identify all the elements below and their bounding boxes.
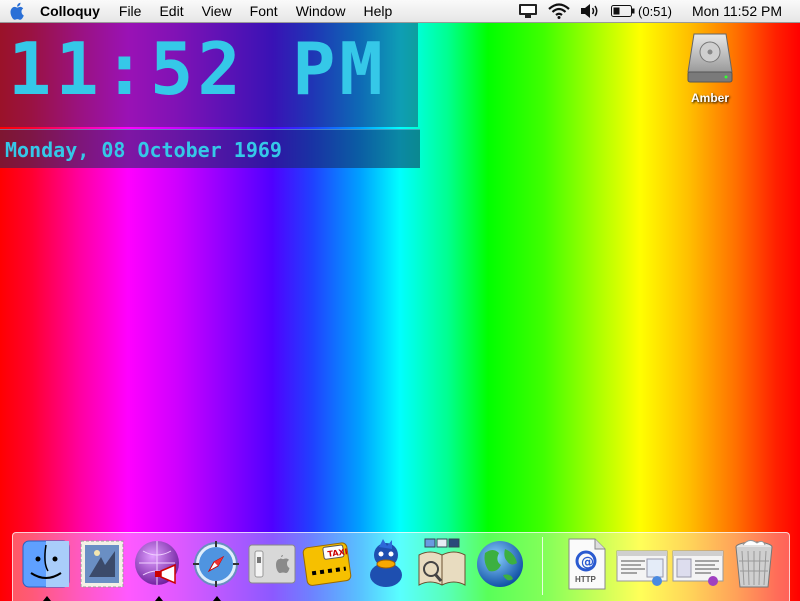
menu-app-name[interactable]: Colloquy — [36, 3, 110, 19]
window-thumbnail-icon — [616, 550, 668, 586]
taxi-icon: TAXI — [302, 542, 352, 586]
desktop-icon-label: Amber — [690, 91, 729, 105]
menu-help[interactable]: Help — [354, 3, 401, 19]
finder-icon — [22, 540, 70, 588]
globe-icon — [477, 541, 523, 587]
mail-stamp-icon — [80, 540, 124, 588]
dock-network-globe[interactable] — [473, 537, 527, 591]
menu-edit[interactable]: Edit — [150, 3, 192, 19]
dock-minimized-window-2[interactable] — [671, 537, 725, 591]
dock-divider — [542, 537, 543, 595]
dictionary-book-icon — [418, 538, 466, 586]
safari-compass-icon — [193, 541, 239, 587]
desktop-icon-amber[interactable]: Amber — [678, 32, 742, 105]
dock-adium[interactable] — [359, 537, 413, 591]
dock-dictionary[interactable] — [415, 537, 469, 591]
dock-mail[interactable] — [75, 537, 129, 591]
display-icon[interactable] — [513, 3, 543, 19]
battery-status[interactable]: (0:51) — [605, 4, 678, 19]
dock-safari[interactable] — [189, 537, 243, 601]
dock: TAXI @ HTTP — [12, 532, 790, 601]
dock-taxi[interactable]: TAXI — [301, 537, 355, 591]
dock-trash[interactable] — [727, 537, 781, 591]
volume-icon[interactable] — [575, 3, 605, 19]
colloquy-icon — [135, 541, 179, 585]
menu-window[interactable]: Window — [287, 3, 355, 19]
menubar-clock[interactable]: Mon 11:52 PM — [678, 3, 800, 19]
battery-icon — [611, 5, 635, 17]
hard-drive-icon — [687, 33, 733, 83]
menu-file[interactable]: File — [110, 3, 151, 19]
widget-time: 11:52 PM — [8, 27, 387, 111]
running-indicator — [213, 596, 221, 601]
system-preferences-icon — [248, 544, 296, 584]
trash-icon — [735, 539, 773, 588]
http-label: HTTP — [575, 575, 596, 584]
clock-widget[interactable]: 11:52 PM — [0, 23, 418, 127]
date-widget[interactable]: Monday, 08 October 1969 — [0, 129, 420, 168]
apple-menu[interactable] — [0, 2, 36, 20]
adium-duck-icon — [370, 539, 402, 587]
menu-font[interactable]: Font — [241, 3, 287, 19]
dock-http-document[interactable]: @ HTTP — [559, 537, 613, 591]
menu-view[interactable]: View — [193, 3, 241, 19]
dock-system-preferences[interactable] — [245, 537, 299, 591]
running-indicator — [43, 596, 51, 601]
dock-colloquy[interactable] — [131, 537, 185, 601]
dock-minimized-window-1[interactable] — [615, 537, 669, 591]
window-thumbnail-icon — [672, 550, 724, 586]
svg-text:@: @ — [581, 555, 594, 570]
dock-finder[interactable] — [19, 537, 73, 601]
wifi-icon[interactable] — [543, 3, 575, 19]
apple-icon — [10, 2, 24, 20]
menu-bar: Colloquy File Edit View Font Window Help — [0, 0, 800, 23]
running-indicator — [155, 596, 163, 601]
battery-time: (0:51) — [638, 3, 672, 19]
widget-date: Monday, 08 October 1969 — [5, 138, 282, 162]
